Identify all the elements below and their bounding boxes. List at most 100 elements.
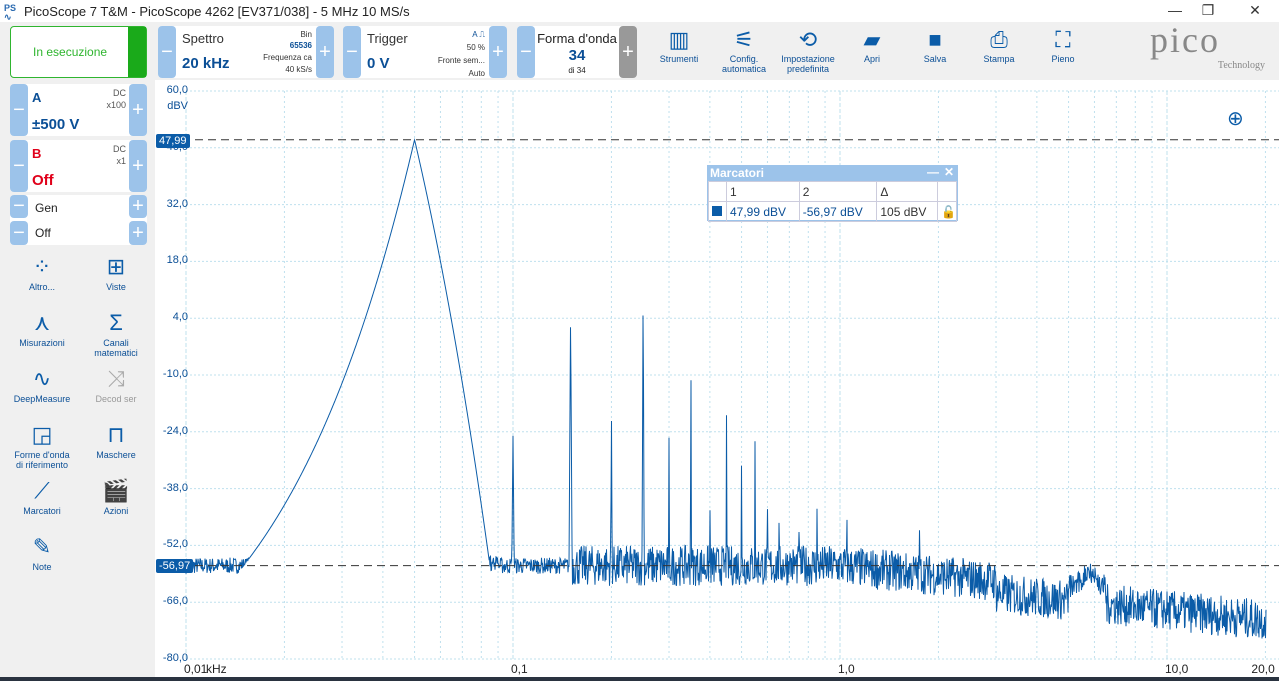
channel-a-increase-button[interactable]: + [129,84,147,136]
views-icon: ⊞ [106,254,126,279]
app-icon: PS ∿ [4,3,17,22]
zoom-icon[interactable]: ⊕ [1227,106,1244,131]
reference-waveforms-icon: ◲ [31,422,53,447]
x-tick-label: 1,0 [838,662,855,676]
marker-delta-value: 105 dBV [876,201,939,222]
sidebar-button-label: Altro... [28,282,55,292]
save-button[interactable]: ■ Salva [900,26,970,64]
waveform-label: Forma d'onda [537,31,617,46]
generator-control: − − Gen Off + + [10,195,147,245]
sidebar-button-label: Misurazioni [19,338,65,348]
masks-icon: ⊓ [107,422,125,447]
tool-label: Pieno [1051,54,1075,64]
measurements-icon: ⋏ [33,310,51,335]
y-tick-label: -80,0 [162,652,188,664]
trigger-mode[interactable]: Auto [469,69,485,78]
instruments-button[interactable]: ▥ Strumenti [644,26,714,64]
default-setup-icon: ⟲ [798,27,818,52]
y-tick-label: -52,0 [162,538,188,551]
auto-setup-button[interactable]: ⚟ Config. automatica [709,26,779,74]
sidebar-button-actions[interactable]: 🎬 Azioni [86,476,146,516]
sidebar-button-masks[interactable]: ⊓ Maschere [86,420,146,460]
bin-count[interactable]: 65536 [290,41,312,50]
close-button[interactable]: ✕ [1240,2,1270,19]
rulers-icon: ⟋ [34,478,50,503]
sidebar-button-serial-decode: ⤨ Decod ser [86,364,146,404]
channel-b-probe: x1 [116,156,126,166]
gen-label[interactable]: Gen [35,201,58,215]
spectrum-increase-button[interactable]: + [316,26,334,78]
waveform-previous-button[interactable]: − [517,26,535,78]
trigger-level[interactable]: 0 V [367,55,390,72]
x-tick-label: 10,0 [1165,662,1189,676]
unlock-icon[interactable]: 🔓 [937,201,957,222]
print-button[interactable]: ⎙ Stampa [964,26,1034,64]
sidebar-button-views[interactable]: ⊞ Viste [86,252,146,292]
default-setup-button[interactable]: ⟲ Impostazione predefinita [773,26,843,74]
channel-b-decrease-button[interactable]: − [10,140,28,192]
header-2: 2 [798,181,878,202]
scrollbar[interactable] [0,677,1279,681]
y-tick-label: -10,0 [162,368,188,380]
sidebar-button-label: DeepMeasure [13,394,71,404]
channel-b-name[interactable]: B [32,146,41,161]
sidebar-button-measurements[interactable]: ⋏ Misurazioni [12,308,72,348]
sidebar-button-deepmeasure[interactable]: ∿ DeepMeasure [12,364,72,404]
channel-b-coupling: DC [113,144,126,154]
sidebar-button-reference-waveforms[interactable]: ◲ Forme d'onda di riferimento [12,420,72,470]
trigger-control: − Trigger 0 V A ⎍ 50 % Fronte sem... Aut… [343,26,507,78]
tool-label: Strumenti [659,54,699,64]
run-stop-button[interactable]: In esecuzione [10,26,147,78]
marker-2-tag[interactable]: -56,97 [156,559,194,573]
spectrum-range[interactable]: 20 kHz [182,55,230,72]
sidebar-button-math-channels[interactable]: Σ Canali matematici [86,308,146,358]
trigger-decrease-button[interactable]: − [343,26,361,78]
sidebar-button-rulers[interactable]: ⟋ Marcatori [12,476,72,516]
channel-a-probe: x100 [106,100,126,110]
waveform-number[interactable]: 34 [535,47,619,64]
gen-value-decrease-button[interactable]: − [10,221,28,245]
channel-b-increase-button[interactable]: + [129,140,147,192]
trigger-increase-button[interactable]: + [489,26,507,78]
gen-value-increase-button[interactable]: + [129,221,147,245]
channel-a-coupling: DC [113,88,126,98]
gen-value[interactable]: Off [35,226,51,240]
minimize-panel-icon[interactable]: — [927,165,939,179]
sidebar-button-notes[interactable]: ✎ Note [12,532,72,572]
channel-a-range[interactable]: ±500 V [32,116,79,133]
sidebar: − A DC x100 ±500 V + − B DC x1 Off + − −… [0,80,155,681]
deepmeasure-icon: ∿ [32,366,52,391]
x-tick-label: 0,1 [511,662,528,676]
channel-b-range[interactable]: Off [32,172,54,189]
header-delta: Δ [876,181,939,202]
x-tick-label: 0,01 [184,662,208,676]
waveform-control: − Forma d'onda 34 di 34 + [517,26,637,78]
gen-increase-button[interactable]: + [129,195,147,218]
folder-icon: ▰ [863,27,881,52]
window-title: PicoScope 7 T&M - PicoScope 4262 [EV371/… [24,3,410,19]
channel-a-decrease-button[interactable]: − [10,84,28,136]
x-tick-label: 20,0 [1251,662,1275,676]
spectrum-control: − Spettro 20 kHz Bin 65536 Frequenza ca … [158,26,334,78]
close-panel-icon[interactable]: ✕ [944,165,954,179]
y-tick-label: 32,0 [166,197,188,210]
maximize-button[interactable]: ❐ [1193,2,1223,19]
save-icon: ■ [928,27,942,52]
minimize-button[interactable]: — [1160,2,1190,18]
channel-a-name[interactable]: A [32,90,41,105]
y-tick-label: -24,0 [162,424,188,437]
freq-label: Frequenza ca [263,53,312,62]
toolbar: In esecuzione − Spettro 20 kHz Bin 65536… [0,22,1279,80]
markers-panel[interactable]: Marcatori — ✕ 12Δ 47,99 dBV -56,97 dBV 1… [707,165,958,222]
trigger-edge: Fronte sem... [437,56,485,65]
gen-decrease-button[interactable]: − [10,195,28,218]
waveform-next-button[interactable]: + [619,26,637,78]
title-bar: PS ∿ PicoScope 7 T&M - PicoScope 4262 [EV… [0,0,1279,22]
fullscreen-button[interactable]: ⛶ Pieno [1028,26,1098,64]
print-icon: ⎙ [990,27,1008,52]
open-button[interactable]: ▰ Apri [837,26,907,64]
sidebar-button-more[interactable]: ⁘ Altro... [12,252,72,292]
spectrum-decrease-button[interactable]: − [158,26,176,78]
marker-1-tag[interactable]: 47,99 [156,134,190,148]
rising-edge-icon: ⎍ [479,30,485,39]
